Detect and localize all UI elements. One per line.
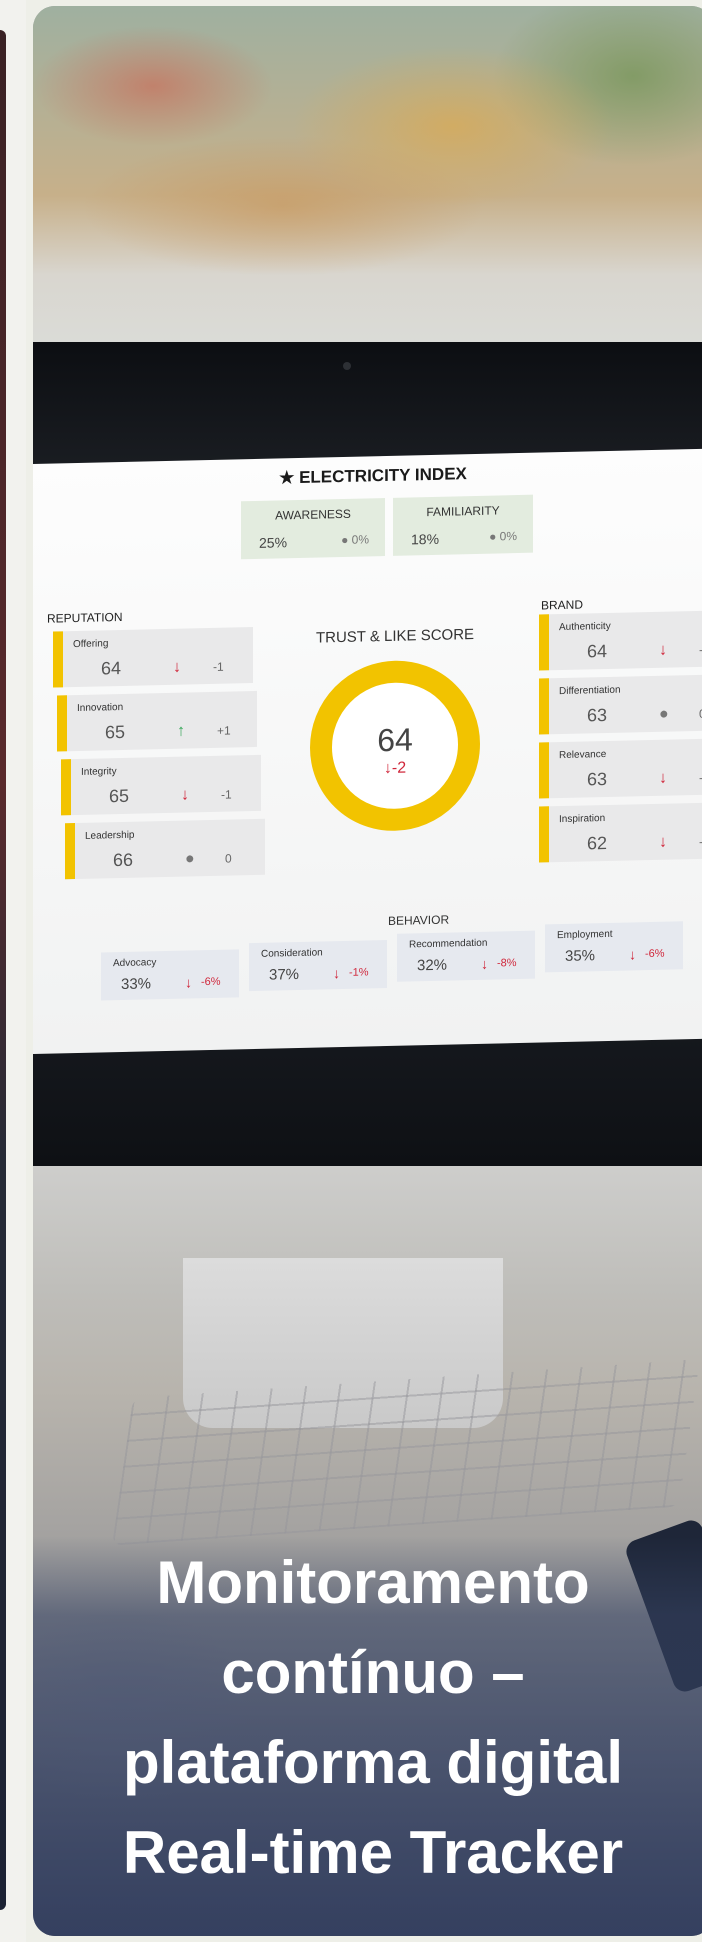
trend-icon: ↓ [173,658,181,676]
dashboard-title: ★ ELECTRICITY INDEX [279,464,467,488]
metric-name: Innovation [77,701,124,715]
behavior-metric: Consideration 37% ↓ -1% [249,939,387,992]
metric-name: Leadership [85,829,135,842]
metric-name: Recommendation [409,937,488,951]
metric-value: 35% [565,947,596,965]
metric-delta: -1% [349,966,369,979]
trust-score-ring: 64 ↓-2 [305,654,485,838]
dashboard-screen: ★ ELECTRICITY INDEX AWARENESS 25% ● 0% F… [33,448,702,1055]
familiarity-label: FAMILIARITY [426,503,500,520]
awareness-pill: AWARENESS 25% ● 0% [241,498,385,560]
awareness-label: AWARENESS [275,506,351,523]
brand-metric: Differentiation 63 ● 0 [539,673,702,735]
behavior-metric: Recommendation 32% ↓ -8% [397,930,535,982]
metric-value: 65 [109,785,130,807]
behavior-metric: Employment 35% ↓ -6% [545,921,683,973]
metric-name: Inspiration [559,813,606,826]
awareness-value: 25% [259,534,288,551]
metric-value: 32% [417,956,448,975]
metric-name: Consideration [261,947,323,960]
metric-delta: -8% [497,957,517,970]
trend-icon: ↓ [629,946,636,963]
metric-value: 65 [105,721,126,743]
brand-metric: Inspiration 62 ↓ -1 [539,801,702,863]
metric-value: 66 [113,849,134,871]
brand-label: BRAND [541,597,584,613]
adjacent-card-image [0,30,6,1910]
brand-metric: Authenticity 64 ↓ -3 [539,609,702,671]
trend-icon: ↓ [185,974,192,991]
metric-name: Integrity [81,766,117,778]
awareness-change: ● 0% [341,532,369,548]
score-value: 64 [377,721,413,759]
behavior-label: BEHAVIOR [388,912,450,928]
reputation-metric: Leadership 66 ● 0 [65,818,265,880]
caption-line-1: Monitoramento [156,1549,590,1616]
reputation-metric: Innovation 65 ↑ +1 [57,690,257,752]
trend-icon: ● [659,705,669,723]
metric-delta: -1 [213,659,224,674]
metric-delta: -6% [645,947,665,961]
trend-icon: ↓ [659,769,667,787]
caption-line-2: contínuo – [221,1639,525,1706]
monitor-bezel-bottom [33,1036,702,1166]
reputation-metric: Integrity 65 ↓ -1 [61,754,261,816]
metric-delta: +1 [217,723,231,738]
adjacent-card-edge [0,0,26,1942]
metric-value: 63 [587,768,608,790]
metric-value: 37% [269,965,300,984]
caption-line-3: plataforma digital [122,1729,624,1796]
metric-value: 33% [121,975,152,994]
trend-icon: ↓ [333,965,340,982]
caption-text: Monitoramento contínuo – plataforma digi… [33,1538,702,1898]
trend-icon: ↓ [481,955,488,972]
behavior-metric: Advocacy 33% ↓ -6% [101,949,239,1001]
metric-value: 64 [101,658,122,679]
familiarity-pill: FAMILIARITY 18% ● 0% [393,494,533,556]
caption-line-4: Real-time Tracker [122,1819,624,1886]
metric-name: Authenticity [559,620,611,634]
metric-value: 62 [587,832,608,854]
metric-name: Differentiation [559,684,621,698]
metric-value: 64 [587,640,608,662]
reputation-metric: Offering 64 ↓ -1 [53,627,253,688]
metric-delta: -6% [201,975,221,989]
webcam-icon [343,362,351,370]
metric-value: 63 [587,704,608,726]
trend-icon: ↑ [177,722,185,740]
score-title: TRUST & LIKE SCORE [315,625,475,647]
promo-card: ★ ELECTRICITY INDEX AWARENESS 25% ● 0% F… [33,6,702,1936]
trend-icon: ● [185,850,195,868]
background-window-scene [33,6,702,351]
familiarity-value: 18% [411,530,440,548]
trend-icon: ↓ [659,833,667,851]
metric-delta: 0 [225,851,232,866]
metric-name: Advocacy [113,957,157,970]
metric-name: Offering [73,638,109,651]
reputation-label: REPUTATION [47,609,123,626]
metric-delta: -1 [221,787,232,802]
metric-name: Employment [557,928,613,942]
familiarity-change: ● 0% [489,529,517,544]
trend-icon: ↓ [659,641,667,659]
metric-name: Relevance [559,748,607,762]
trend-icon: ↓ [181,786,189,804]
brand-metric: Relevance 63 ↓ -2 [539,737,702,799]
